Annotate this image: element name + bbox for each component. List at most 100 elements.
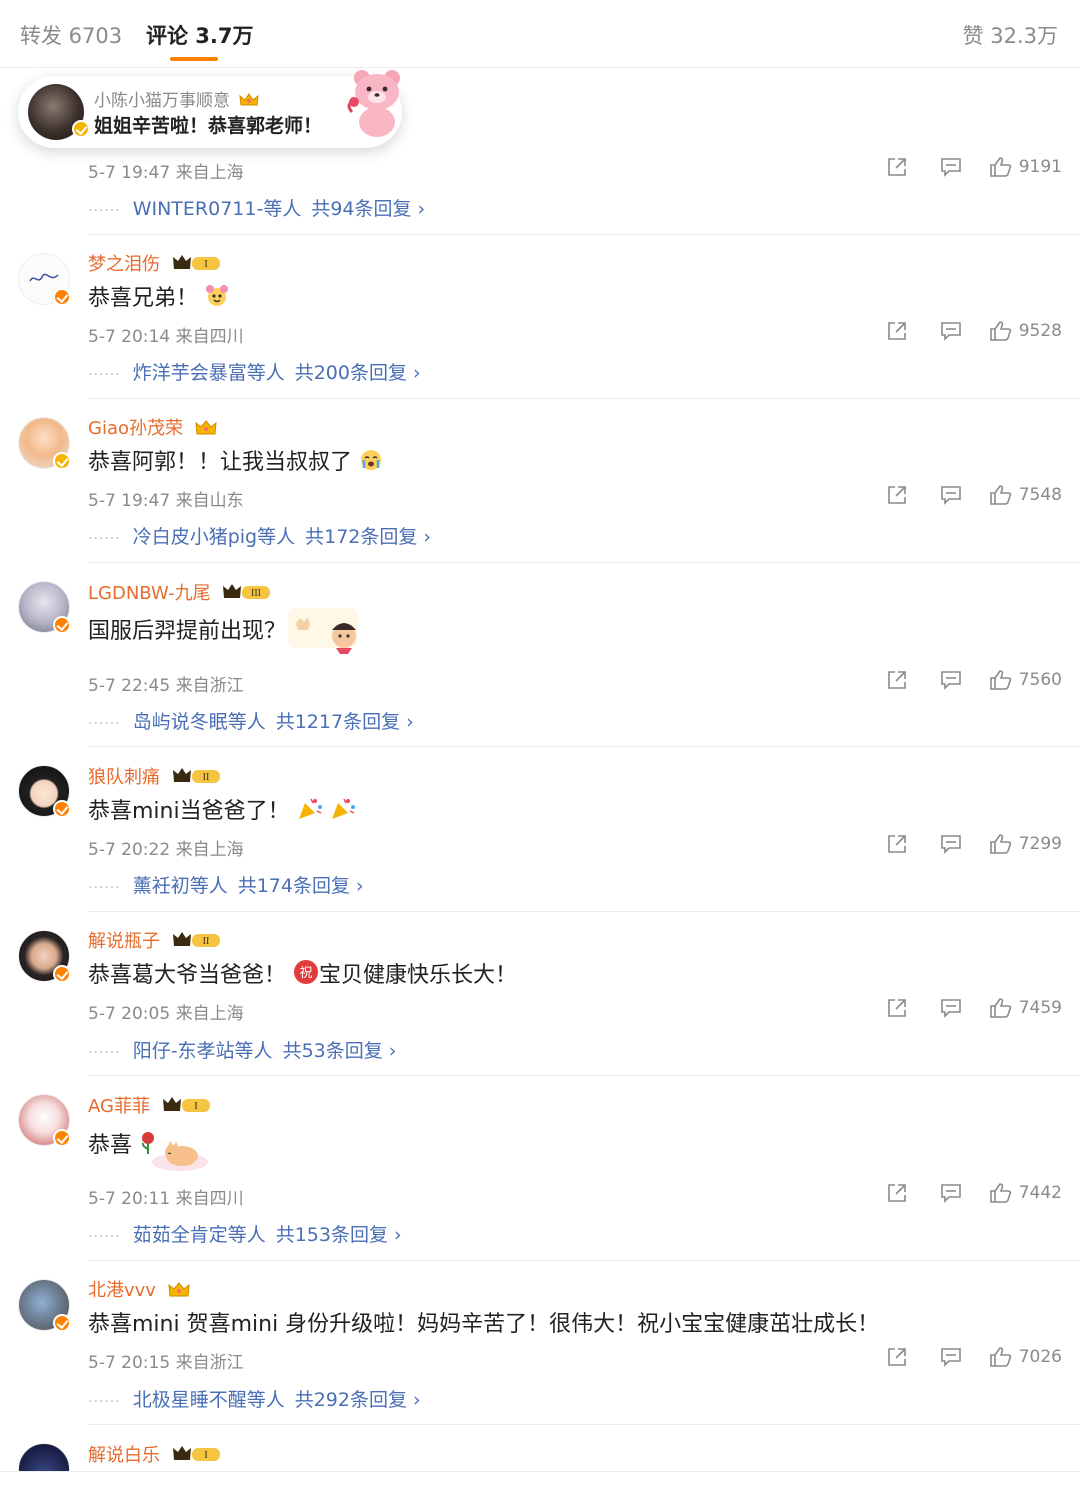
comment-text: 恭喜mini 贺喜mini 身份升级啦！妈妈辛苦了！很伟大！祝小宝宝健康茁壮成长… [88,1312,880,1337]
comment-icon[interactable] [940,833,962,855]
username-label: 北港vvv [88,1280,156,1301]
comment-icon[interactable] [940,997,962,1019]
share-icon[interactable] [886,1182,908,1204]
reply-summary-link[interactable]: ······ 阳仔-东孝站等人 共53条回复 › [88,1036,396,1063]
crown-level-icon: II [172,768,220,783]
svg-text:祝: 祝 [300,966,313,981]
comment-text: 恭喜 [88,1127,157,1159]
like-button[interactable]: 7560 [989,669,1062,691]
reply-total: 共174条回复 [237,875,350,897]
tab-repost[interactable]: 转发 6703 [20,20,122,50]
comment-username[interactable]: 梦之泪伤 I [88,250,224,276]
avatar[interactable] [18,253,71,306]
level-text: III [251,588,261,599]
chevron-right-icon: › [406,711,414,733]
comment-icon[interactable] [940,484,962,506]
reply-summary-link[interactable]: ······ 北极星睡不醒等人 共292条回复 › [88,1385,421,1412]
reply-summary-link[interactable]: ······ 茹茹全肯定等人 共153条回复 › [88,1220,402,1247]
comment-username[interactable]: 解说白乐 I [88,1441,224,1467]
avatar[interactable] [18,1279,71,1332]
username-label: 梦之泪伤 [88,254,160,275]
verified-badge-icon [53,452,71,470]
crown-icon [168,1282,190,1297]
reply-dots: ······ [88,367,121,383]
reply-users: 北极星睡不醒等人 [132,1389,285,1411]
verified-badge-icon [53,288,71,306]
share-icon[interactable] [886,484,908,506]
reply-dots: ······ [88,531,121,547]
avatar[interactable] [18,1094,71,1147]
like-button[interactable]: 7459 [989,997,1062,1019]
comment-username[interactable]: Giao孙茂荣 [88,414,217,440]
comment-time-location: 5-7 20:05 来自上海 [88,1004,244,1024]
featured-comment-card[interactable]: 小陈小猫万事顺意 姐姐辛苦啦！恭喜郭老师！ [18,70,402,148]
share-icon[interactable] [886,156,908,178]
comment-time-location: 5-7 19:47 来自上海 [88,163,244,183]
divider [88,911,1080,912]
like-button[interactable]: 7548 [989,484,1062,506]
avatar[interactable] [18,930,71,983]
comment-username[interactable]: 北港vvv [88,1276,190,1302]
reply-total: 共200条回复 [294,362,407,384]
reply-summary-link[interactable]: ······ 冷白皮小猪pig等人 共172条回复 › [88,522,431,549]
reply-dots: ······ [88,203,121,219]
crown-level-icon: I [172,255,220,270]
like-count: 9528 [1018,321,1062,341]
like-button[interactable]: 7299 [989,833,1062,855]
avatar[interactable] [18,765,71,818]
featured-comment-text: 姐姐辛苦啦！恭喜郭老师！ [94,115,323,137]
username-label: Giao孙茂荣 [88,418,183,439]
tab-comments[interactable]: 评论 3.7万 [146,20,254,50]
tab-likes[interactable]: 赞 32.3万 [963,20,1058,50]
crown-level-icon: II [172,932,220,947]
comment-text: 恭喜阿郭！！让我当叔叔了 [88,444,383,476]
reply-dots: ······ [88,1394,121,1410]
comment-icon[interactable] [940,1346,962,1368]
comment-username[interactable]: 狼队刺痛 II [88,763,224,789]
featured-username[interactable]: 小陈小猫万事顺意 [94,86,260,111]
level-text: I [194,1101,197,1112]
thumbs-up-icon [989,1347,1011,1367]
share-icon[interactable] [886,320,908,342]
comment-time-location: 5-7 19:47 来自山东 [88,491,244,511]
verified-badge-icon [53,616,71,634]
verified-badge-icon [53,965,71,983]
crown-level-icon: I [172,1446,220,1461]
reply-users: 薰衽初等人 [132,875,228,897]
reply-summary-link[interactable]: ······ 薰衽初等人 共174条回复 › [88,871,364,898]
username-label: 解说瓶子 [88,931,160,952]
share-icon[interactable] [886,669,908,691]
like-count: 7442 [1018,1183,1062,1203]
thumbs-up-icon [989,485,1011,505]
share-icon[interactable] [886,1346,908,1368]
divider [88,398,1080,399]
like-button[interactable]: 7026 [989,1346,1062,1368]
reply-users: 茹茹全肯定等人 [132,1224,266,1246]
comment-time-location: 5-7 22:45 来自浙江 [88,676,244,696]
share-icon[interactable] [886,997,908,1019]
share-icon[interactable] [886,833,908,855]
reply-users: 炸洋芋会暴富等人 [132,362,285,384]
chevron-right-icon: › [355,875,364,897]
avatar[interactable] [18,1443,70,1471]
avatar[interactable] [18,417,71,470]
comment-icon[interactable] [940,1182,962,1204]
reply-dots: ······ [88,880,121,896]
comment-username[interactable]: 解说瓶子 II [88,927,224,953]
verified-badge-icon [53,1129,71,1147]
like-button[interactable]: 7442 [989,1182,1062,1204]
chevron-right-icon: › [412,362,421,384]
reply-summary-link[interactable]: ······ WINTER0711-等人 共94条回复 › [88,194,425,221]
comment-icon[interactable] [940,320,962,342]
comment-icon[interactable] [940,669,962,691]
comment-icon[interactable] [940,156,962,178]
comment-username[interactable]: AG菲菲 I [88,1092,214,1118]
reply-summary-link[interactable]: ······ 炸洋芋会暴富等人 共200条回复 › [88,358,421,385]
avatar[interactable] [18,581,71,634]
reply-summary-link[interactable]: ······ 岛屿说冬眠等人 共1217条回复 › [88,707,414,734]
thumbs-up-icon [989,670,1011,690]
like-button[interactable]: 9191 [989,156,1062,178]
comment-username[interactable]: LGDNBW-九尾 III [88,579,274,605]
thumbs-up-icon [989,1183,1011,1203]
like-button[interactable]: 9528 [989,320,1062,342]
